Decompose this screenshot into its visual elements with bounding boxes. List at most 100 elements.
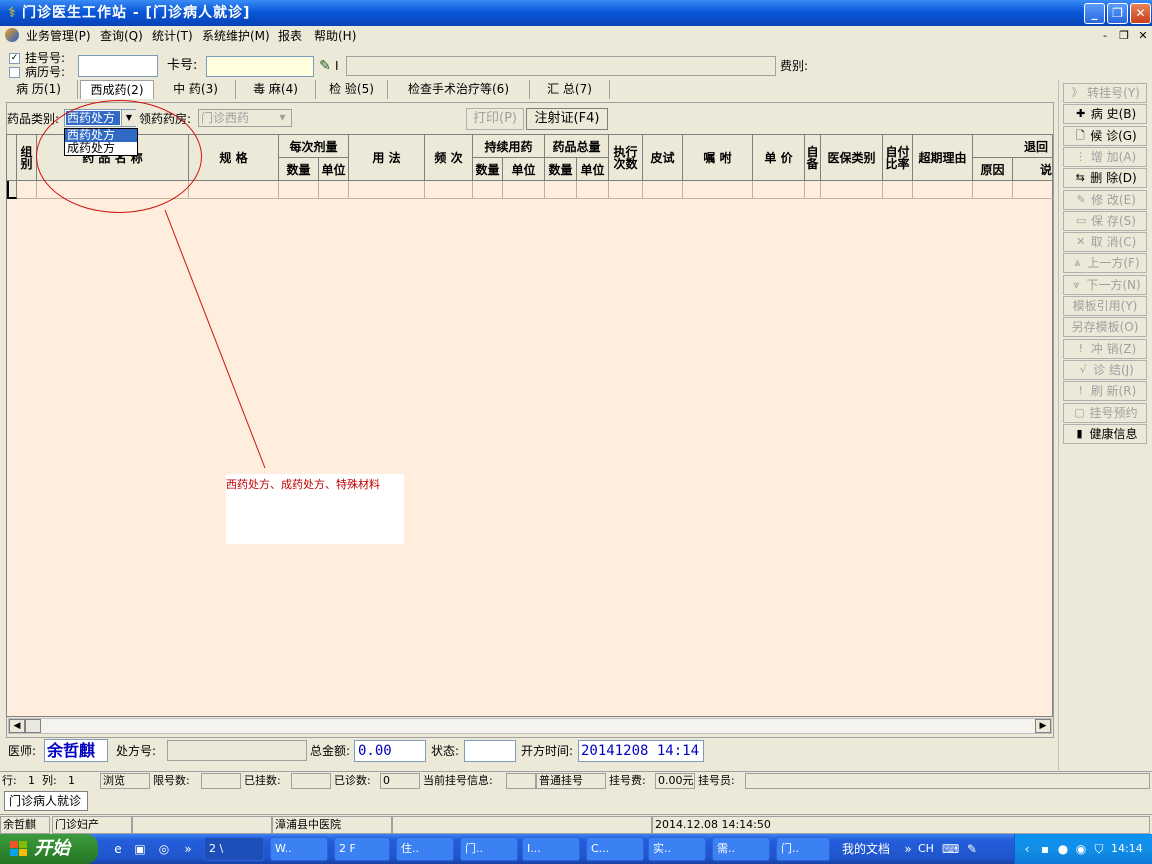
next-prescription-button[interactable]: ⩔ 下一方(N): [1063, 274, 1147, 295]
status-blank-2: [392, 816, 652, 834]
tray-expand-icon[interactable]: ‹: [1019, 841, 1035, 857]
medical-history-icon: ✚: [1076, 107, 1086, 121]
taskbar-item-word[interactable]: W..: [270, 837, 328, 861]
status-datetime: 2014.12.08 14:14:50: [652, 816, 1150, 834]
save-label: 保 存(S): [1091, 213, 1136, 228]
medical-history-label: 病 史(B): [1090, 107, 1137, 122]
reg-fee-label: 挂号费:: [609, 774, 646, 787]
limit-box: [201, 773, 241, 789]
status-department: 门诊妇产: [52, 816, 132, 834]
doctor-label: 医师:: [8, 744, 37, 758]
next-prescription-label: 下一方(N): [1086, 277, 1141, 292]
prescription-no-field: [167, 740, 307, 761]
taskbar-item-i[interactable]: I...: [522, 837, 580, 861]
modify-button[interactable]: ✎ 修 改(E): [1063, 189, 1147, 210]
reg-fee-value: 0.00元: [658, 774, 694, 787]
total-amount-field: 0.00: [354, 740, 426, 762]
taskbar-item-xu[interactable]: 需..: [712, 837, 770, 861]
language-indicator[interactable]: CH: [918, 843, 934, 855]
annotation-line: [164, 209, 266, 469]
save-button[interactable]: ▭ 保 存(S): [1063, 210, 1147, 231]
start-button[interactable]: 开始: [0, 834, 98, 864]
apply-template-label: 模板引用(Y): [1072, 299, 1138, 313]
browser-icon[interactable]: ◎: [156, 841, 172, 857]
status-field: [464, 740, 516, 762]
taskbar-item-cmd[interactable]: C...: [586, 837, 644, 861]
add-button[interactable]: ⋮ 增 加(A): [1063, 146, 1147, 167]
taskbar-item-shi[interactable]: 实..: [648, 837, 706, 861]
scroll-right-icon[interactable]: ▶: [1035, 719, 1051, 733]
scroll-left-icon[interactable]: ◀: [9, 719, 25, 733]
taskbar-item-hospital[interactable]: 住..: [396, 837, 454, 861]
taskbar-item-clinic[interactable]: 门..: [460, 837, 518, 861]
registrar-label: 挂号员:: [698, 774, 735, 787]
diagnosed-label: 已诊数:: [334, 774, 371, 787]
apply-template-button[interactable]: 模板引用(Y): [1063, 296, 1147, 316]
save-as-template-button[interactable]: 另存模板(O): [1063, 317, 1147, 338]
start-label: 开始: [34, 838, 70, 859]
cancel-icon: ✕: [1076, 235, 1086, 249]
open-time-field: 20141208 14:14: [578, 740, 704, 762]
registered-box: [291, 773, 331, 789]
transfer-registration-label: 转挂号(Y): [1087, 86, 1140, 100]
status-blank-1: [132, 816, 272, 834]
tray-shield-icon[interactable]: ⛉: [1091, 841, 1107, 857]
health-info-button[interactable]: ▮ 健康信息: [1063, 423, 1147, 444]
refresh-label: 刷 新(R): [1090, 384, 1137, 399]
close-diagnosis-button[interactable]: √ 诊 结(J): [1063, 359, 1147, 380]
modify-icon: ✎: [1076, 192, 1086, 206]
reverse-button[interactable]: ! 冲 销(Z): [1063, 338, 1147, 359]
status-label: 状态:: [431, 744, 460, 758]
delete-icon: ⇆: [1075, 171, 1085, 185]
taskbar-item-folder[interactable]: 2 \: [204, 837, 264, 861]
row-value: 1: [28, 774, 35, 787]
waiting-patients-button[interactable]: 🗋 候 诊(G): [1063, 125, 1147, 146]
tray-qq-icon[interactable]: ●: [1055, 841, 1071, 857]
cancel-button[interactable]: ✕ 取 消(C): [1063, 232, 1147, 253]
appointment-label: 挂号预约: [1089, 405, 1138, 420]
health-info-icon: ▮: [1076, 426, 1083, 440]
prev-prescription-button[interactable]: ⩓ 上一方(F): [1063, 253, 1147, 274]
document-tab-row: 门诊病人就诊: [0, 790, 1152, 812]
refresh-icon: !: [1078, 384, 1083, 398]
transfer-registration-button[interactable]: 》转挂号(Y): [1063, 83, 1147, 103]
system-tray: ‹ ▪ ● ◉ ⛉ 14:14: [1014, 834, 1152, 864]
pen-icon[interactable]: ✎: [964, 841, 980, 857]
diagnosed-value: 0: [383, 774, 390, 787]
document-tab[interactable]: 门诊病人就诊: [4, 791, 88, 811]
desktop-icon[interactable]: ▣: [132, 841, 148, 857]
taskbar-item-men[interactable]: 门..: [776, 837, 830, 861]
total-amount-label: 总金额:: [310, 744, 351, 758]
reg-fee-box: 0.00元: [655, 773, 695, 789]
delete-button[interactable]: ⇆ 删 除(D): [1063, 168, 1147, 189]
current-reg-box: [506, 773, 536, 789]
tray-network-icon[interactable]: ▪: [1037, 841, 1053, 857]
bottom-status-bar: 余哲麒 门诊妇产 漳浦县中医院 2014.12.08 14:14:50: [0, 814, 1152, 834]
taskbar-item-2f[interactable]: 2 F: [334, 837, 390, 861]
prev-prescription-icon: ⩓: [1074, 256, 1081, 270]
add-label: 增 加(A): [1090, 149, 1137, 164]
scroll-thumb[interactable]: [25, 719, 41, 733]
reverse-label: 冲 销(Z): [1090, 341, 1137, 356]
horizontal-scrollbar[interactable]: ◀ ▶: [8, 718, 1052, 734]
waiting-patients-label: 候 诊(G): [1090, 128, 1137, 143]
reg-type-value: 普通挂号: [539, 774, 583, 787]
toolbar-more-icon[interactable]: »: [900, 841, 916, 857]
health-info-label: 健康信息: [1089, 426, 1138, 441]
quicklaunch-more-icon[interactable]: »: [180, 841, 196, 857]
medical-history-button[interactable]: ✚ 病 史(B): [1063, 104, 1147, 125]
my-documents-toolbar[interactable]: 我的文档: [842, 842, 890, 856]
save-as-template-label: 另存模板(O): [1071, 320, 1139, 335]
ie-icon[interactable]: e: [110, 841, 126, 857]
delete-label: 删 除(D): [1090, 171, 1137, 186]
reverse-icon: !: [1078, 341, 1083, 355]
doctor-name-field: 余哲麒: [44, 739, 108, 762]
refresh-button[interactable]: ! 刷 新(R): [1063, 381, 1147, 402]
keyboard-icon[interactable]: ⌨: [942, 841, 959, 857]
col-value: 1: [68, 774, 75, 787]
tray-app-icon[interactable]: ◉: [1073, 841, 1089, 857]
taskbar: 开始 e ▣ ◎ » 2 \ W.. 2 F 住.. 门.. I... C...…: [0, 834, 1152, 864]
appointment-button[interactable]: ▢ 挂号预约: [1063, 402, 1147, 423]
next-prescription-icon: ⩔: [1073, 277, 1080, 291]
mode-value: 浏览: [103, 774, 125, 787]
